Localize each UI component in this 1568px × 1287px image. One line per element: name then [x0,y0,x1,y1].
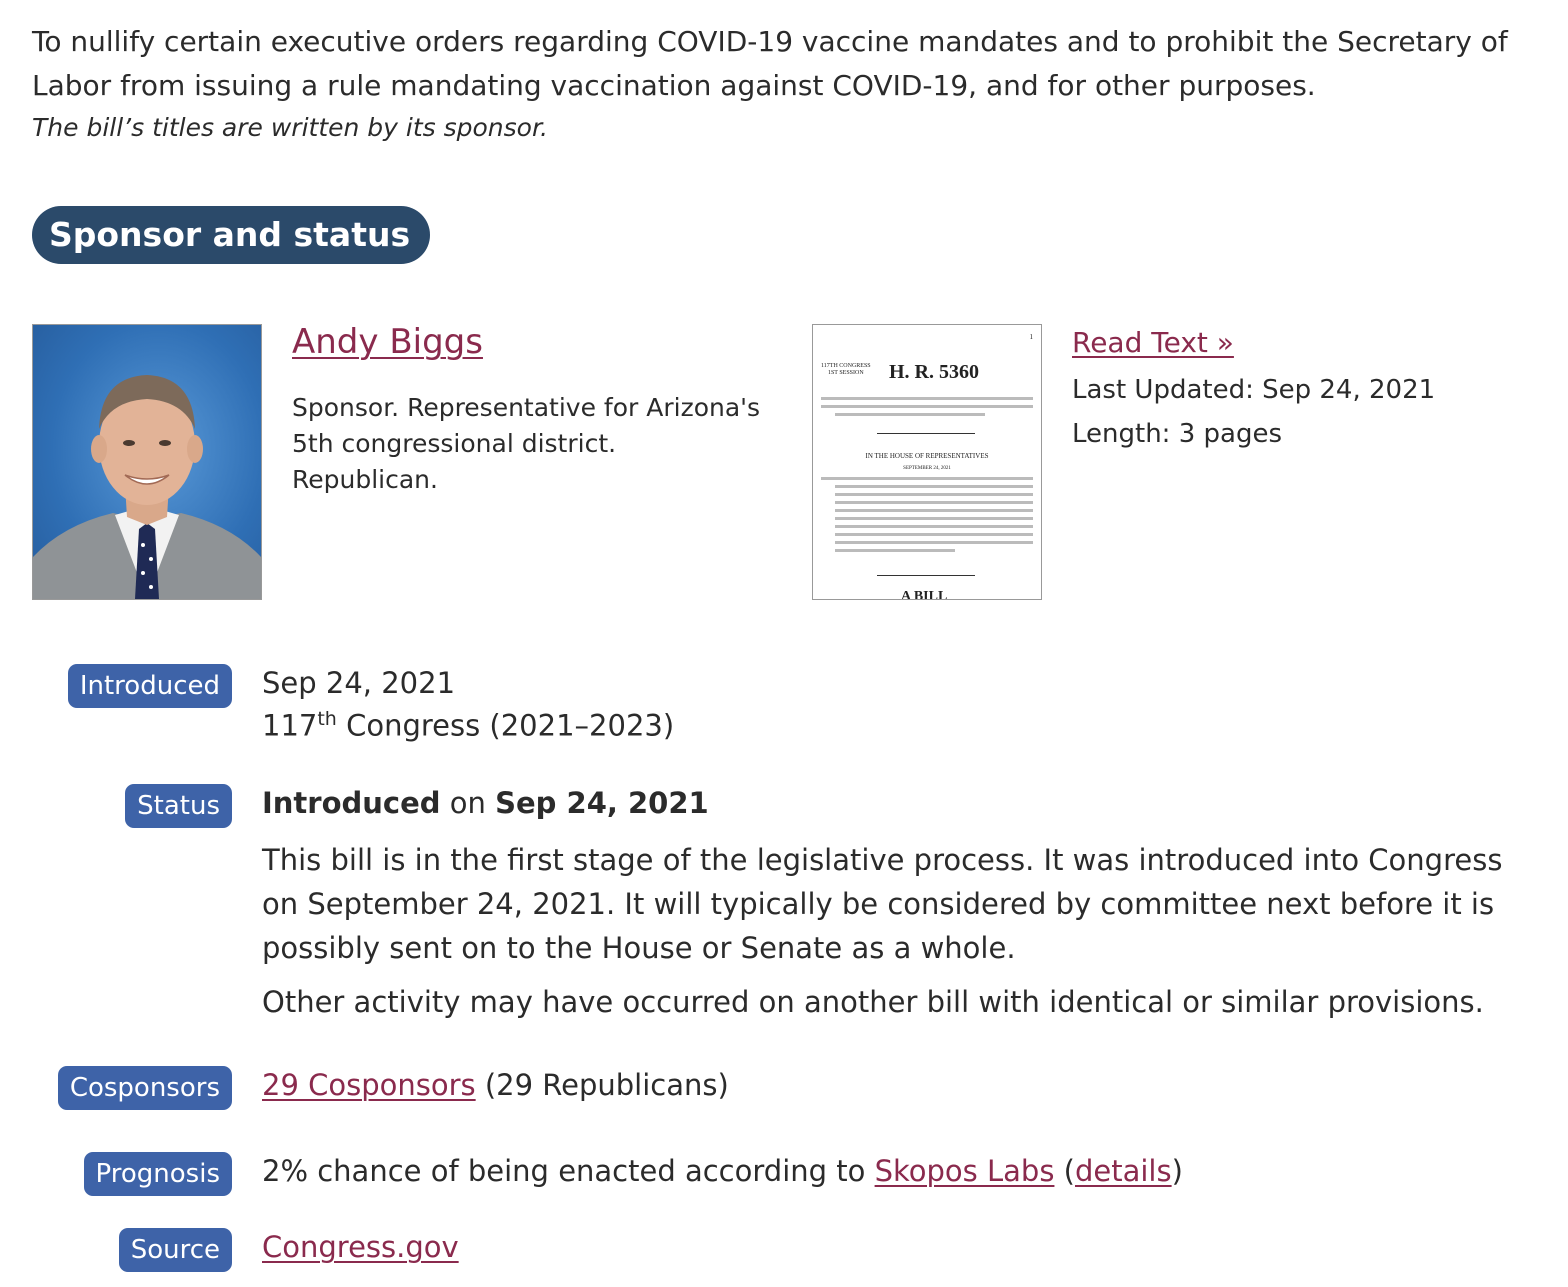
sponsor-portrait [33,375,261,599]
doc-a-bill: A BILL [901,589,948,600]
bill-title-note: The bill’s titles are written by its spo… [32,113,548,142]
doc-bill-number: H. R. 5360 [889,361,979,383]
prognosis-details-link[interactable]: details [1075,1154,1172,1188]
doc-text-line [821,405,1033,408]
cosponsors-link[interactable]: 29 Cosponsors [262,1068,476,1102]
document-length: Length: 3 pages [1072,419,1282,449]
doc-congress-line: 117TH CONGRESS [821,363,871,369]
doc-text-line [835,413,985,416]
doc-text-line [835,525,1033,528]
cosponsors-party-breakdown: (29 Republicans) [475,1068,729,1102]
doc-rule [877,433,975,434]
doc-text-line [835,541,1033,544]
doc-text-line [835,485,1033,488]
doc-text-line [821,477,1033,480]
sponsor-description-line: Republican. [292,465,438,494]
sponsor-name-link[interactable]: Andy Biggs [292,322,483,362]
doc-text-line [835,493,1033,496]
doc-text-line [835,501,1033,504]
source-row: Congress.gov [262,1230,459,1264]
status-label: Status [125,784,232,828]
bill-text-thumbnail[interactable]: 1 117TH CONGRESS 1ST SESSION H. R. 5360 … [812,324,1042,600]
source-link[interactable]: Congress.gov [262,1230,459,1264]
doc-text-line [835,549,955,552]
last-updated: Last Updated: Sep 24, 2021 [1072,375,1436,405]
doc-text-line [835,533,1033,536]
section-header: Sponsor and status [32,206,431,264]
congress-number: 117 [262,708,318,743]
prognosis-label: Prognosis [83,1152,232,1196]
read-text-link[interactable]: Read Text » [1072,326,1234,359]
sponsor-description-line: 5th congressional district. [292,429,617,458]
congress-ordinal-suffix: th [317,708,337,730]
prognosis-row: 2% chance of being enacted according to … [262,1154,1183,1188]
status-headline: Introduced on Sep 24, 2021 [262,786,709,820]
status-on-word: on [440,786,496,820]
sponsor-photo[interactable] [32,324,262,600]
status-note: Other activity may have occurred on anot… [262,985,1484,1019]
doc-text-line [821,397,1033,400]
prognosis-text: 2% chance of being enacted according to [262,1154,875,1188]
doc-rule [877,575,975,576]
skopos-labs-link[interactable]: Skopos Labs [875,1154,1055,1188]
introduced-date: Sep 24, 2021 [262,666,456,700]
doc-text-line [835,509,1033,512]
bill-title: To nullify certain executive orders rega… [32,25,1508,102]
status-stage: Introduced [262,786,441,820]
congress-years: Congress (2021–2023) [336,708,675,743]
prognosis-open-paren: ( [1054,1154,1075,1188]
introduced-label: Introduced [67,664,232,708]
doc-congress-session: 117TH CONGRESS 1ST SESSION [821,363,871,377]
status-date: Sep 24, 2021 [495,786,709,820]
doc-house-date: SEPTEMBER 24, 2021 [903,466,951,471]
doc-session-line: 1ST SESSION [827,370,864,376]
status-description-text: This bill is in the first stage of the l… [262,843,1503,965]
doc-house-heading: IN THE HOUSE OF REPRESENTATIVES [865,452,989,460]
cosponsors-row: 29 Cosponsors (29 Republicans) [262,1068,729,1102]
prognosis-close-paren: ) [1171,1154,1183,1188]
sponsor-description-line: Sponsor. Representative for Arizona's [292,393,761,422]
introduced-congress: 117th Congress (2021–2023) [262,708,674,743]
source-label: Source [118,1228,232,1272]
status-description: This bill is in the first stage of the l… [262,838,1522,1024]
doc-text-line [835,517,1033,520]
doc-page-number: 1 [1029,333,1034,341]
sponsor-description: Sponsor. Representative for Arizona's 5t… [292,390,782,498]
cosponsors-label: Cosponsors [57,1066,232,1110]
